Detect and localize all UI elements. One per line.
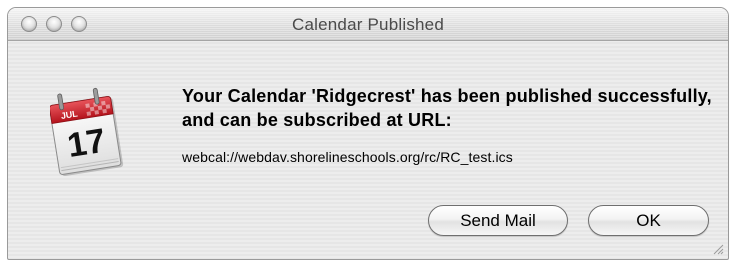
dialog-window: Calendar Published JUL 17 Your Calendar … [7,7,729,260]
calendar-day-label: 17 [65,122,108,165]
resize-grip-icon[interactable] [712,243,724,255]
ok-button[interactable]: OK [588,205,709,236]
publish-message: Your Calendar 'Ridgecrest' has been publ… [182,86,712,130]
title-bar[interactable]: Calendar Published [8,8,728,41]
calendar-icon: JUL 17 [50,87,124,176]
subscription-url: webcal://webdav.shorelineschools.org/rc/… [182,149,513,165]
send-mail-button[interactable]: Send Mail [428,205,568,236]
window-title: Calendar Published [292,15,444,34]
